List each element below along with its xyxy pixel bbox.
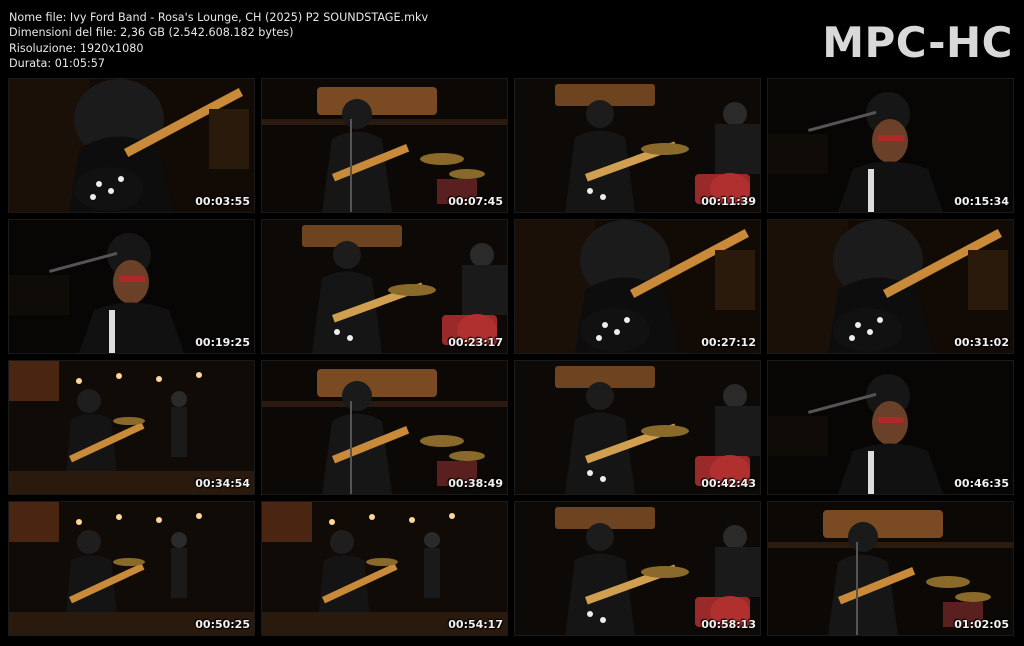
- thumbnail-grid: 00:03:55 00:07:45 00:11:39 00:15:34 00:1…: [9, 79, 1013, 635]
- thumbnail-image: [262, 361, 507, 494]
- file-name-line: Nome file: Ivy Ford Band - Rosa's Lounge…: [9, 11, 429, 24]
- thumbnail-frame: 00:15:34: [768, 79, 1013, 212]
- app-logo: MPC-HC: [822, 18, 1013, 67]
- thumbnail-timestamp: 00:03:55: [195, 195, 250, 208]
- thumbnail-frame: 01:02:05: [768, 502, 1013, 635]
- thumbnail-timestamp: 00:23:17: [448, 336, 503, 349]
- thumbnail-timestamp: 00:50:25: [195, 618, 250, 631]
- thumbnail-image: [9, 361, 254, 494]
- thumbnail-frame: 00:46:35: [768, 361, 1013, 494]
- thumbnail-image: [9, 79, 254, 212]
- thumbnail-image: [262, 502, 507, 635]
- thumbnail-frame: 00:50:25: [9, 502, 254, 635]
- thumbnail-timestamp: 00:46:35: [954, 477, 1009, 490]
- thumbnail-timestamp: 00:34:54: [195, 477, 250, 490]
- thumbnail-image: [9, 220, 254, 353]
- thumbnail-frame: 00:42:43: [515, 361, 760, 494]
- thumbnail-timestamp: 00:19:25: [195, 336, 250, 349]
- thumbnail-frame: 00:03:55: [9, 79, 254, 212]
- file-info: Nome file: Ivy Ford Band - Rosa's Lounge…: [9, 10, 428, 71]
- thumbnail-timestamp: 00:11:39: [701, 195, 756, 208]
- thumbnail-image: [262, 79, 507, 212]
- thumbnail-timestamp: 01:02:05: [954, 618, 1009, 631]
- thumbnail-frame: 00:19:25: [9, 220, 254, 353]
- file-size-line: Dimensioni del file: 2,36 GB (2.542.608.…: [9, 26, 294, 40]
- thumbnail-frame: 00:27:12: [515, 220, 760, 353]
- thumbnail-image: [768, 79, 1013, 212]
- thumbnail-frame: 00:34:54: [9, 361, 254, 494]
- thumbnail-image: [9, 502, 254, 635]
- thumbnail-timestamp: 00:42:43: [701, 477, 756, 490]
- thumbnail-timestamp: 00:54:17: [448, 618, 503, 631]
- thumbnail-frame: 00:38:49: [262, 361, 507, 494]
- thumbnail-image: [515, 502, 760, 635]
- thumbnail-frame: 00:54:17: [262, 502, 507, 635]
- thumbnail-image: [768, 502, 1013, 635]
- thumbnail-frame: 00:07:45: [262, 79, 507, 212]
- thumbnail-timestamp: 00:07:45: [448, 195, 503, 208]
- thumbnail-timestamp: 00:31:02: [954, 336, 1009, 349]
- thumbnail-image: [515, 361, 760, 494]
- thumbnail-timestamp: 00:27:12: [701, 336, 756, 349]
- thumbnail-frame: 00:11:39: [515, 79, 760, 212]
- thumbnail-frame: 00:23:17: [262, 220, 507, 353]
- thumbnail-frame: 00:31:02: [768, 220, 1013, 353]
- thumbnail-image: [515, 220, 760, 353]
- thumbnail-image: [768, 220, 1013, 353]
- duration-line: Durata: 01:05:57: [9, 56, 105, 70]
- resolution-line: Risoluzione: 1920x1080: [9, 41, 144, 55]
- thumbnail-timestamp: 00:38:49: [448, 477, 503, 490]
- thumbnail-image: [262, 220, 507, 353]
- thumbnail-timestamp: 00:15:34: [954, 195, 1009, 208]
- thumbnail-frame: 00:58:13: [515, 502, 760, 635]
- thumbnail-timestamp: 00:58:13: [701, 618, 756, 631]
- thumbnail-image: [515, 79, 760, 212]
- thumbnail-image: [768, 361, 1013, 494]
